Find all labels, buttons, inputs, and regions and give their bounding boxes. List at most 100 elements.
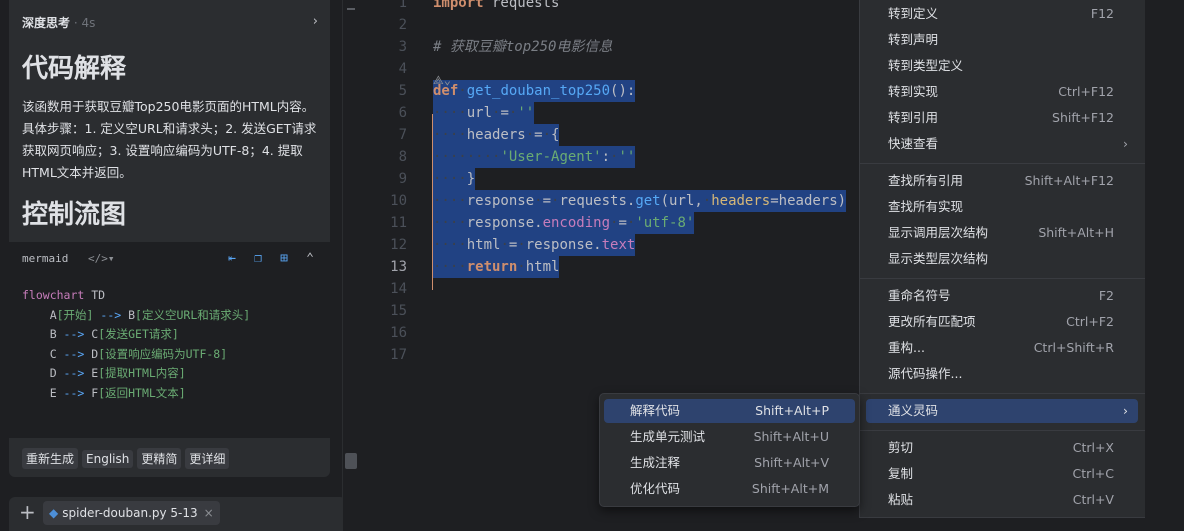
menu-item-label: 查找所有引用 xyxy=(888,173,964,188)
deep-thinking-duration: · 4s xyxy=(70,16,96,30)
menu-item[interactable]: 查找所有实现 xyxy=(866,195,1138,219)
mermaid-arrow: --> xyxy=(56,346,92,361)
menu-item[interactable]: 粘贴 Ctrl+V xyxy=(866,488,1138,512)
menu-item[interactable]: 更改所有匹配项 Ctrl+F2 xyxy=(866,310,1138,334)
code-token: url xyxy=(466,105,493,121)
editor-line[interactable]: 9 ····} xyxy=(359,168,859,190)
chevron-up-icon[interactable]: ⌃ xyxy=(302,251,318,266)
menu-separator xyxy=(860,163,1145,164)
submenu-item-label: 优化代码 xyxy=(630,481,681,496)
deep-thinking-toggle[interactable]: 深度思考 · 4s › xyxy=(22,14,318,32)
menu-item[interactable]: 重构... Ctrl+Shift+R xyxy=(866,336,1138,360)
code-token: · xyxy=(517,259,526,275)
editor-line[interactable]: 15 xyxy=(359,300,859,322)
editor-right-edge xyxy=(1145,0,1184,531)
scroll-marker xyxy=(347,8,355,10)
submenu-item-shortcut: Shift+Alt+U xyxy=(753,429,829,444)
action-button[interactable]: English xyxy=(82,450,134,468)
code-language-label: mermaid xyxy=(22,252,69,265)
action-button[interactable]: 更详细 xyxy=(185,448,230,469)
line-number: 14 xyxy=(390,281,407,297)
editor-line[interactable]: 10 ····response·=·requests.get(url,·heade… xyxy=(359,190,859,212)
menu-item[interactable]: 显示类型层次结构 xyxy=(866,247,1138,271)
editor-line[interactable]: 6 ····url·=·'' xyxy=(359,102,859,124)
editor-line[interactable]: 3 # 获取豆瓣top250电影信息 xyxy=(359,36,859,58)
menu-item[interactable]: 转到引用 Shift+F12 xyxy=(866,106,1138,130)
line-number: 1 xyxy=(398,0,407,11)
line-number: 2 xyxy=(398,17,407,33)
panel-scrollbar[interactable] xyxy=(342,0,360,531)
chat-context-bar: + ◆ spider-douban.py 5-13 × xyxy=(9,497,346,531)
code-token: · xyxy=(517,237,526,253)
menu-item[interactable]: 显示调用层次结构 Shift+Alt+H xyxy=(866,221,1138,245)
menu-item-label: 查找所有实现 xyxy=(888,199,964,214)
menu-item-label: 源代码操作... xyxy=(888,366,963,381)
menu-item[interactable]: 剪切 Ctrl+X xyxy=(866,436,1138,460)
menu-item[interactable]: 转到类型定义 xyxy=(866,54,1138,78)
editor-line[interactable]: 14 xyxy=(359,278,859,300)
menu-item-shortcut: F12 xyxy=(1090,6,1114,21)
new-file-icon[interactable]: ⊞ xyxy=(276,251,292,266)
submenu-item[interactable]: 解释代码 Shift+Alt+P xyxy=(604,399,855,423)
code-token: # 获取豆瓣top250电影信息 xyxy=(433,39,613,55)
code-token: get xyxy=(635,193,661,209)
menu-item[interactable]: 重命名符号 F2 xyxy=(866,284,1138,308)
code-token: '' xyxy=(618,149,636,165)
submenu-item[interactable]: 优化代码 Shift+Alt+M xyxy=(604,477,855,501)
menu-item[interactable]: 转到声明 xyxy=(866,28,1138,52)
editor-line[interactable]: 17 xyxy=(359,344,859,366)
code-token: headers xyxy=(466,127,526,143)
editor-line[interactable]: 13 ····return·html xyxy=(359,256,859,278)
code-view-dropdown[interactable]: </>▾ xyxy=(88,252,115,265)
menu-item[interactable]: 源代码操作... xyxy=(866,362,1138,386)
action-button[interactable]: 重新生成 xyxy=(22,448,79,469)
editor-line[interactable]: 8 ········'User-Agent':·'' xyxy=(359,146,859,168)
menu-item[interactable]: 转到定义 F12 xyxy=(866,2,1138,26)
editor-line[interactable]: 2 xyxy=(359,14,859,36)
code-token: : xyxy=(601,149,611,165)
line-number: 3 xyxy=(398,39,407,55)
code-token: · xyxy=(702,193,712,209)
menu-item[interactable]: 查找所有引用 Shift+Alt+F12 xyxy=(866,169,1138,193)
menu-item[interactable]: 复制 Ctrl+C xyxy=(866,462,1138,486)
submenu-item[interactable]: 生成注释 Shift+Alt+V xyxy=(604,451,855,475)
mermaid-node-id: B xyxy=(22,327,57,342)
editor-line[interactable]: 1 import requests xyxy=(359,0,859,14)
menu-item-label: 转到实现 xyxy=(888,84,939,99)
editor-line[interactable]: 7 ····headers·=·{ xyxy=(359,124,859,146)
ai-hint-icon[interactable]: ⟁⌄ xyxy=(433,73,451,88)
menu-item-label: 重命名符号 xyxy=(888,288,951,303)
editor-line[interactable]: 16 xyxy=(359,322,859,344)
action-button[interactable]: 更精简 xyxy=(137,448,182,469)
code-token: · xyxy=(500,237,509,253)
context-file-chip[interactable]: ◆ spider-douban.py 5-13 × xyxy=(43,501,220,525)
line-code: import requests xyxy=(433,0,559,14)
close-icon[interactable]: × xyxy=(204,506,214,520)
line-number: 13 xyxy=(390,259,407,275)
mermaid-code: flowchart TD A[开始] --> B[定义空URL和请求头] B -… xyxy=(22,286,250,404)
python-file-icon: ◆ xyxy=(49,506,59,520)
menu-item[interactable]: 通义灵码 › xyxy=(866,399,1138,423)
add-context-icon[interactable]: + xyxy=(19,501,36,523)
menu-item[interactable]: 转到实现 Ctrl+F12 xyxy=(866,80,1138,104)
insert-code-icon[interactable]: ⇤ xyxy=(224,251,240,266)
code-token: import xyxy=(433,0,484,11)
line-number: 7 xyxy=(398,127,407,143)
menu-item[interactable]: 快速查看 › xyxy=(866,132,1138,156)
mermaid-keyword: flowchart xyxy=(22,288,85,302)
chevron-right-icon[interactable]: › xyxy=(313,14,318,29)
line-number: 12 xyxy=(390,237,407,253)
chevron-right-icon: › xyxy=(1123,136,1128,151)
menu-item-shortcut: Ctrl+C xyxy=(1072,466,1114,481)
mermaid-line: B --> C[发送GET请求] xyxy=(22,325,250,345)
submenu-item[interactable]: 生成单元测试 Shift+Alt+U xyxy=(604,425,855,449)
copy-icon[interactable]: ❐ xyxy=(250,251,266,266)
selection-indent-guide xyxy=(432,114,433,290)
menu-item-shortcut: Ctrl+Shift+R xyxy=(1033,340,1114,355)
scrollbar-thumb[interactable] xyxy=(345,453,357,469)
editor-line[interactable]: 11 ····response.encoding·=·'utf-8' xyxy=(359,212,859,234)
submenu-item-shortcut: Shift+Alt+M xyxy=(751,481,829,496)
line-code: # 获取豆瓣top250电影信息 xyxy=(433,36,612,58)
code-token: ···· xyxy=(433,127,467,143)
editor-line[interactable]: 12 ····html·=·response.text xyxy=(359,234,859,256)
